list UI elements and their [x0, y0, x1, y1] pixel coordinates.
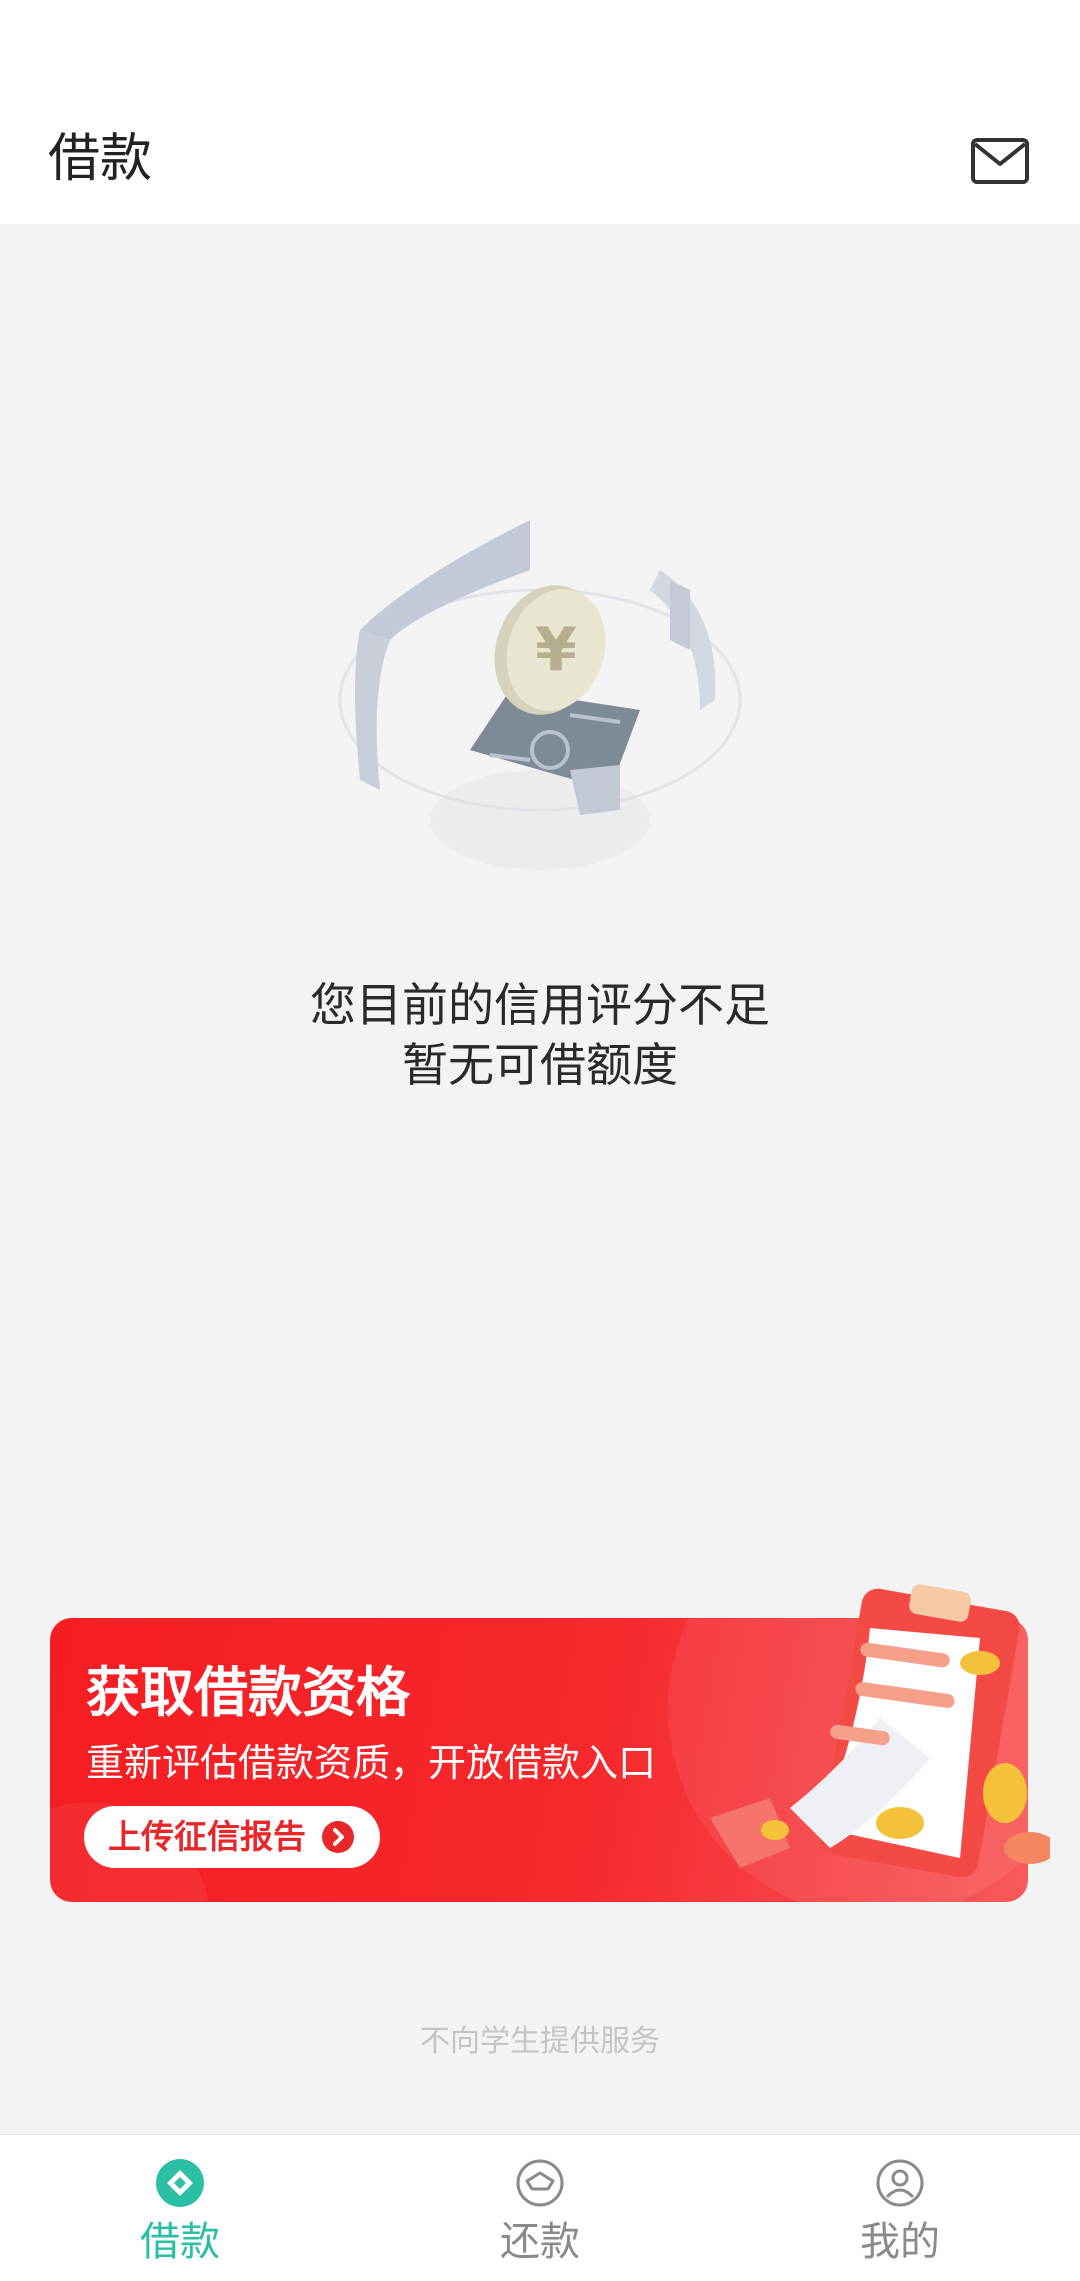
- mail-icon[interactable]: [970, 136, 1030, 186]
- credit-status-line1: 您目前的信用评分不足: [310, 978, 770, 1032]
- loan-icon: [156, 2159, 204, 2207]
- banner-title: 获取借款资格: [86, 1661, 410, 1724]
- svg-text:¥: ¥: [535, 615, 577, 685]
- clipboard-coins-illustration: [710, 1584, 1050, 1878]
- no-credit-illustration: ¥: [320, 500, 760, 900]
- tab-profile[interactable]: 我的: [750, 2135, 1050, 2281]
- chevron-right-icon: [322, 1821, 354, 1853]
- bottom-tab-bar: 借款 还款 我的: [0, 2134, 1080, 2281]
- tab-repay-label: 还款: [500, 2219, 580, 2265]
- page-title: 借款: [48, 129, 153, 189]
- upload-credit-report-button[interactable]: 上传征信报告: [84, 1806, 380, 1868]
- tab-repay[interactable]: 还款: [390, 2135, 690, 2281]
- upload-button-label: 上传征信报告: [108, 1817, 306, 1856]
- repay-icon: [516, 2159, 564, 2207]
- credit-status-line2: 暂无可借额度: [402, 1038, 678, 1092]
- tab-loan-label: 借款: [140, 2219, 220, 2265]
- student-service-notice: 不向学生提供服务: [420, 2024, 660, 2059]
- loan-eligibility-banner[interactable]: 获取借款资格 重新评估借款资质，开放借款入口 上传征信报告: [50, 1584, 1050, 1902]
- tab-loan[interactable]: 借款: [30, 2135, 330, 2281]
- profile-icon: [876, 2159, 924, 2207]
- top-header: 借款: [0, 0, 1080, 224]
- tab-profile-label: 我的: [860, 2219, 940, 2265]
- banner-subtitle: 重新评估借款资质，开放借款入口: [86, 1741, 657, 1785]
- credit-status-message: 您目前的信用评分不足 暂无可借额度: [0, 975, 1080, 1095]
